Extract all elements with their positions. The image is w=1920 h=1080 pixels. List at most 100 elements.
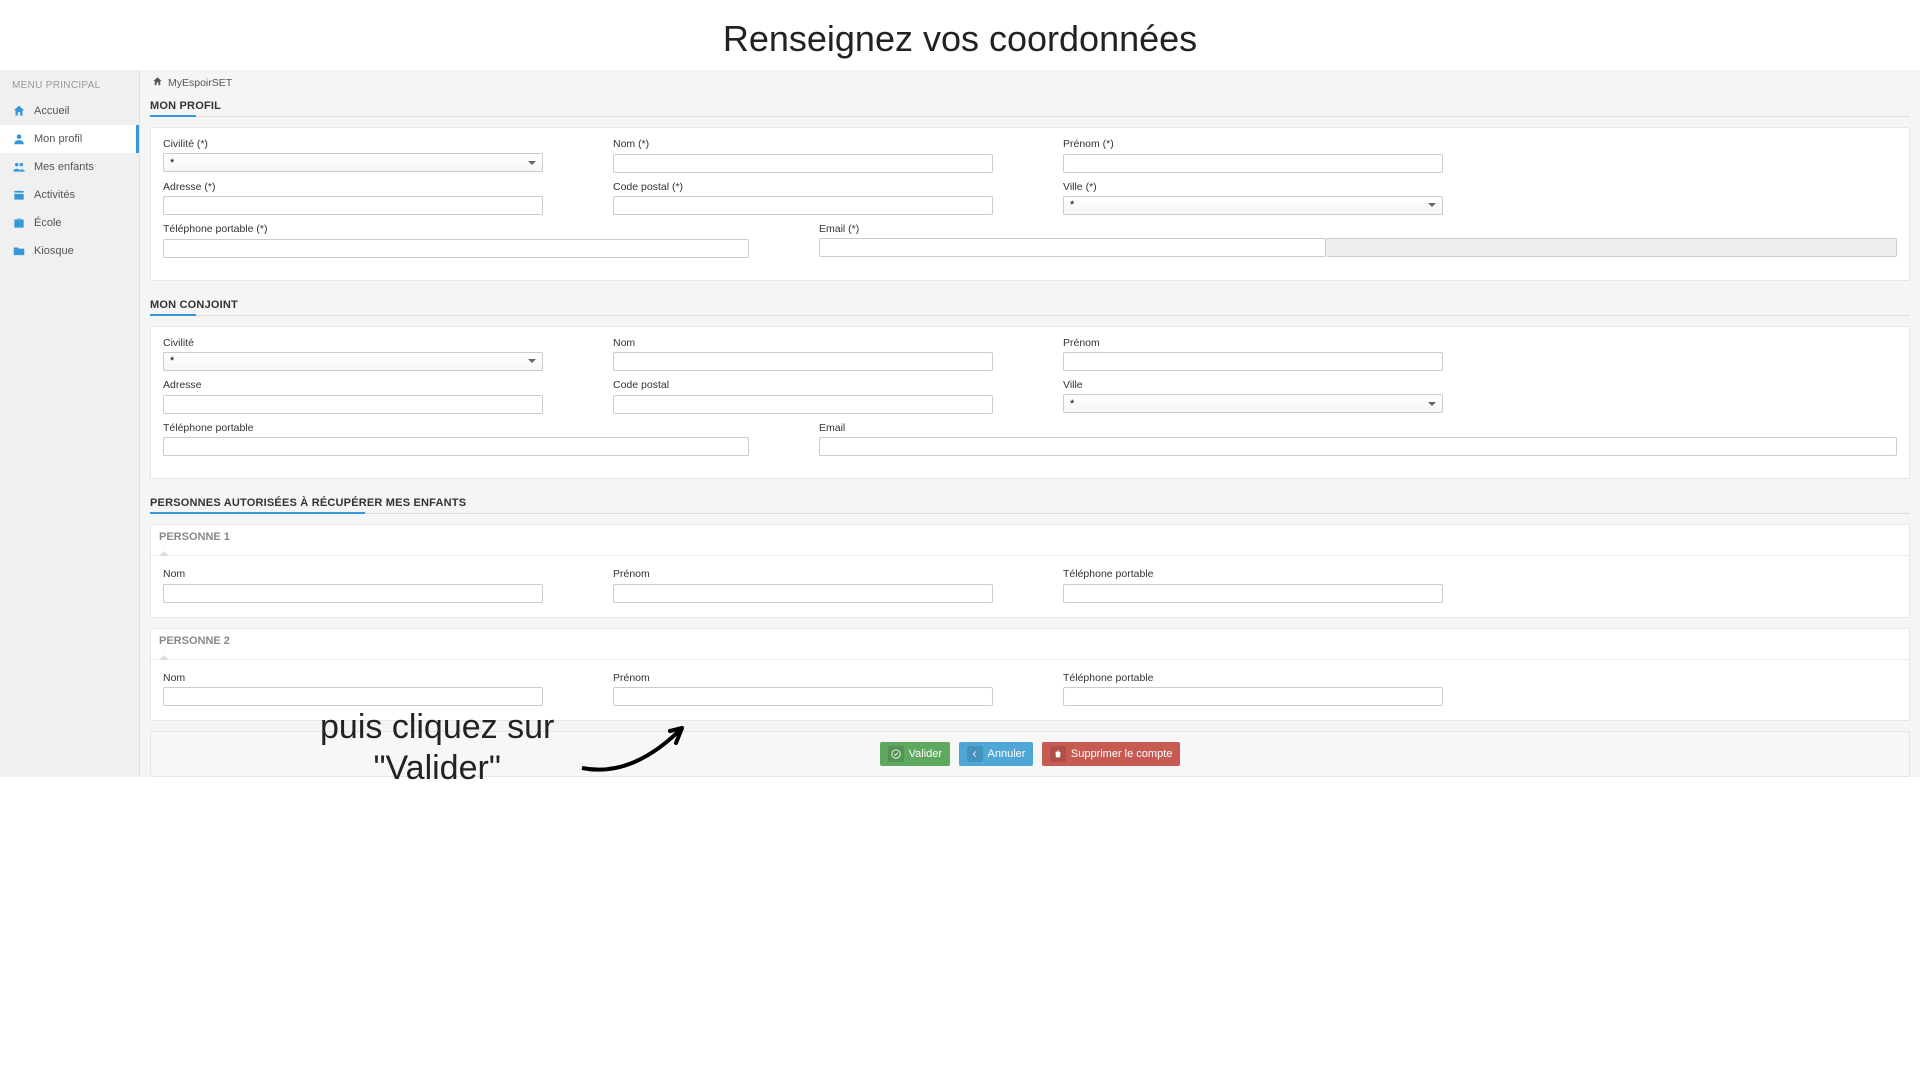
- check-circle-icon: [888, 746, 904, 762]
- sidebar-item-kiosque[interactable]: Kiosque: [0, 237, 139, 265]
- label-civilite-conjoint: Civilité: [163, 337, 543, 349]
- select-ville-conjoint[interactable]: *: [1063, 394, 1443, 413]
- personne-2-label: PERSONNE 2: [159, 635, 230, 647]
- annotation-line2: "Valider": [373, 749, 500, 787]
- app-wrapper: MENU PRINCIPAL Accueil Mon profil Mes en…: [0, 70, 1920, 777]
- label-ville: Ville (*): [1063, 181, 1443, 193]
- cancel-label: Annuler: [988, 748, 1026, 760]
- sidebar-item-ecole[interactable]: École: [0, 209, 139, 237]
- select-value: *: [1070, 199, 1074, 211]
- sidebar-item-mes-enfants[interactable]: Mes enfants: [0, 153, 139, 181]
- input-cp-conjoint[interactable]: [613, 395, 993, 414]
- section-mon-profil-title: MON PROFIL: [150, 96, 1910, 117]
- label-p2-prenom: Prénom: [613, 672, 993, 684]
- label-adresse: Adresse (*): [163, 181, 543, 193]
- input-p2-tel[interactable]: [1063, 687, 1443, 706]
- input-adresse[interactable]: [163, 196, 543, 215]
- select-ville[interactable]: *: [1063, 196, 1443, 215]
- page-annotation-top: Renseignez vos coordonnées: [0, 0, 1920, 70]
- triangle-up-icon: [159, 655, 169, 660]
- sidebar-item-activites[interactable]: Activités: [0, 181, 139, 209]
- label-telephone-conjoint: Téléphone portable: [163, 422, 749, 434]
- label-email: Email (*): [819, 223, 1897, 235]
- sidebar-item-label: Kiosque: [34, 245, 74, 257]
- input-prenom-conjoint[interactable]: [1063, 352, 1443, 371]
- arrow-left-icon: [967, 746, 983, 762]
- personne-1-header: PERSONNE 1: [151, 525, 1909, 556]
- chevron-down-icon: [1428, 203, 1436, 207]
- label-civilite: Civilité (*): [163, 138, 543, 150]
- input-nom-conjoint[interactable]: [613, 352, 993, 371]
- calendar-icon: [12, 188, 26, 202]
- validate-label: Valider: [909, 748, 942, 760]
- personne-2-header: PERSONNE 2: [151, 629, 1909, 660]
- label-cp: Code postal (*): [613, 181, 993, 193]
- sidebar-item-label: Mes enfants: [34, 161, 94, 173]
- select-value: *: [1070, 398, 1074, 410]
- briefcase-icon: [12, 216, 26, 230]
- triangle-up-icon: [159, 551, 169, 556]
- section-personnes-title: PERSONNES AUTORISÉES À RÉCUPÉRER MES ENF…: [150, 493, 1910, 514]
- input-email[interactable]: [819, 238, 1326, 257]
- label-nom-conjoint: Nom: [613, 337, 993, 349]
- select-value: *: [170, 355, 174, 367]
- trash-icon: [1050, 746, 1066, 762]
- label-p2-nom: Nom: [163, 672, 543, 684]
- chevron-down-icon: [1428, 402, 1436, 406]
- panel-mon-profil: Civilité (*) * Nom (*) Prénom (*) Adress…: [150, 127, 1910, 281]
- label-telephone: Téléphone portable (*): [163, 223, 749, 235]
- delete-account-button[interactable]: Supprimer le compte: [1042, 742, 1181, 766]
- annotation-line1: puis cliquez sur: [320, 708, 554, 746]
- sidebar-item-accueil[interactable]: Accueil: [0, 97, 139, 125]
- input-telephone[interactable]: [163, 239, 749, 258]
- sidebar: MENU PRINCIPAL Accueil Mon profil Mes en…: [0, 70, 140, 777]
- label-p2-tel: Téléphone portable: [1063, 672, 1443, 684]
- select-civilite[interactable]: *: [163, 153, 543, 172]
- sidebar-header: MENU PRINCIPAL: [0, 70, 139, 97]
- label-cp-conjoint: Code postal: [613, 379, 993, 391]
- validate-button[interactable]: Valider: [880, 742, 950, 766]
- sidebar-item-mon-profil[interactable]: Mon profil: [0, 125, 139, 153]
- users-icon: [12, 160, 26, 174]
- label-prenom-conjoint: Prénom: [1063, 337, 1443, 349]
- content-area: MyEspoirSET MON PROFIL Civilité (*) * No…: [140, 70, 1920, 777]
- delete-label: Supprimer le compte: [1071, 748, 1173, 760]
- input-email-conjoint[interactable]: [819, 437, 1897, 456]
- home-icon: [152, 76, 163, 90]
- label-p1-tel: Téléphone portable: [1063, 568, 1443, 580]
- cancel-button[interactable]: Annuler: [959, 742, 1034, 766]
- annotation-bottom-text: puis cliquez sur "Valider": [320, 707, 554, 789]
- sidebar-item-label: Accueil: [34, 105, 69, 117]
- input-telephone-conjoint[interactable]: [163, 437, 749, 456]
- sidebar-item-label: École: [34, 217, 62, 229]
- input-p2-prenom[interactable]: [613, 687, 993, 706]
- panel-mon-conjoint: Civilité * Nom Prénom Adresse C: [150, 326, 1910, 480]
- input-cp[interactable]: [613, 196, 993, 215]
- input-adresse-conjoint[interactable]: [163, 395, 543, 414]
- sidebar-item-label: Activités: [34, 189, 75, 201]
- select-civilite-conjoint[interactable]: *: [163, 352, 543, 371]
- home-icon: [12, 104, 26, 118]
- chevron-down-icon: [528, 359, 536, 363]
- user-icon: [12, 132, 26, 146]
- arrow-icon: [572, 713, 702, 783]
- section-mon-conjoint-title: MON CONJOINT: [150, 295, 1910, 316]
- input-prenom[interactable]: [1063, 154, 1443, 173]
- folder-icon: [12, 244, 26, 258]
- select-value: *: [170, 157, 174, 169]
- breadcrumb: MyEspoirSET: [150, 70, 1910, 96]
- label-nom: Nom (*): [613, 138, 993, 150]
- label-email-conjoint: Email: [819, 422, 1897, 434]
- label-p1-prenom: Prénom: [613, 568, 993, 580]
- input-p1-prenom[interactable]: [613, 584, 993, 603]
- sidebar-item-label: Mon profil: [34, 133, 82, 145]
- personne-1-label: PERSONNE 1: [159, 531, 230, 543]
- input-p1-tel[interactable]: [1063, 584, 1443, 603]
- input-p2-nom[interactable]: [163, 687, 543, 706]
- breadcrumb-text: MyEspoirSET: [168, 77, 232, 89]
- panel-personne-1: PERSONNE 1 Nom Prénom Téléphone portable: [150, 524, 1910, 618]
- label-prenom: Prénom (*): [1063, 138, 1443, 150]
- input-p1-nom[interactable]: [163, 584, 543, 603]
- input-nom[interactable]: [613, 154, 993, 173]
- label-adresse-conjoint: Adresse: [163, 379, 543, 391]
